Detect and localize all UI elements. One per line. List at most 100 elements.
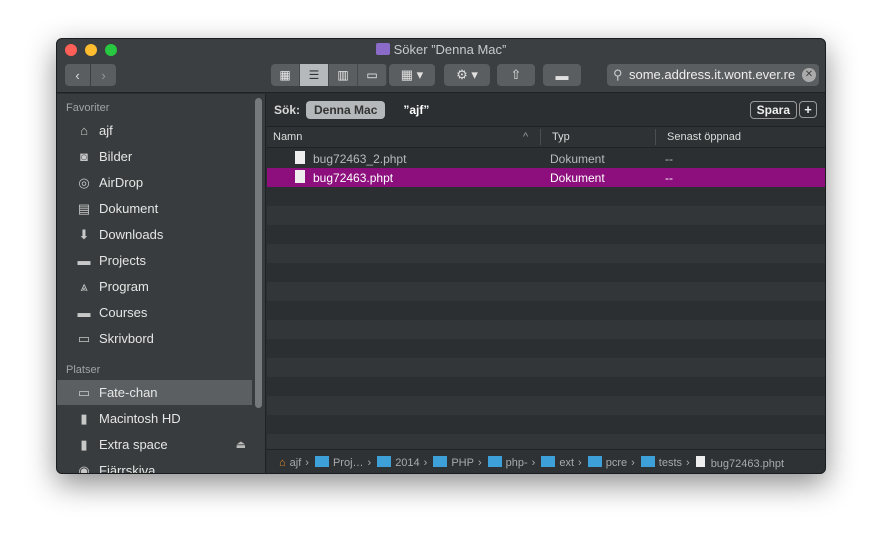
save-search-button[interactable]: Spara xyxy=(749,101,797,119)
document-icon: ▤ xyxy=(77,200,91,216)
table-row[interactable]: bug72463.phpt Dokument -- xyxy=(267,168,825,187)
path-segment[interactable]: bug72463.phpt xyxy=(695,455,784,470)
file-type: Dokument xyxy=(550,171,605,185)
path-segment[interactable]: Proj… xyxy=(314,456,364,469)
group-button[interactable]: ▦ ▾ xyxy=(389,64,435,86)
path-segment[interactable]: ext xyxy=(541,456,574,469)
sidebar-item-skrivbord[interactable]: ▭ Skrivbord xyxy=(57,326,252,351)
path-separator: › xyxy=(477,456,482,469)
add-criteria-button[interactable]: + xyxy=(799,101,817,118)
forward-button[interactable]: › xyxy=(91,64,116,86)
sidebar-item-fjärrskiva[interactable]: ◉ Fjärrskiva xyxy=(57,458,252,474)
path-segment[interactable]: PHP xyxy=(433,456,474,469)
clear-search-icon[interactable]: ✕ xyxy=(802,68,816,82)
sidebar-item-fate-chan[interactable]: ▭ Fate-chan xyxy=(57,380,252,405)
file-name: bug72463_2.phpt xyxy=(313,152,407,166)
file-list-pane: Sök: Denna Mac ”ajf” Spara + Namn ^ Typ … xyxy=(267,94,825,473)
path-segment-label: pcre xyxy=(605,457,628,469)
sidebar-item-airdrop[interactable]: ◎ AirDrop xyxy=(57,170,252,195)
file-last-opened: -- xyxy=(665,152,673,166)
folder-icon xyxy=(487,456,502,467)
search-input[interactable]: ⚲ some.address.it.wont.ever.re ✕ xyxy=(607,64,819,86)
folder-icon xyxy=(377,456,392,467)
path-segment-label: ext xyxy=(559,457,575,469)
path-separator: › xyxy=(578,456,582,469)
folder-icon: ▬ xyxy=(77,305,91,320)
table-row[interactable]: bug72463_2.phpt Dokument -- xyxy=(267,149,825,168)
path-segment-label: tests xyxy=(658,457,683,469)
sidebar-item-label: Skrivbord xyxy=(99,331,154,346)
empty-row xyxy=(267,225,825,244)
path-segment-label: Proj… xyxy=(332,457,364,469)
document-icon xyxy=(695,455,705,467)
path-separator: › xyxy=(631,456,635,469)
search-label: Sök: xyxy=(274,103,301,117)
sidebar-item-ajf[interactable]: ⌂ ajf xyxy=(57,118,252,143)
column-header: Namn ^ Typ Senast öppnad xyxy=(267,126,825,148)
path-segment[interactable]: tests xyxy=(640,456,683,469)
empty-row xyxy=(267,415,825,434)
desktop-icon: ▭ xyxy=(77,330,91,346)
path-segment[interactable]: ⌂ ajf xyxy=(279,457,301,469)
path-segment-label: PHP xyxy=(451,457,474,469)
empty-row xyxy=(267,396,825,415)
sidebar-item-projects[interactable]: ▬ Projects xyxy=(57,248,252,273)
scope-denna-mac[interactable]: Denna Mac xyxy=(306,101,386,119)
sidebar-item-label: Dokument xyxy=(99,201,159,216)
sidebar-item-dokument[interactable]: ▤ Dokument xyxy=(57,196,252,221)
share-button[interactable]: ⇧ xyxy=(497,64,535,86)
scope-query[interactable]: ”ajf” xyxy=(403,103,429,117)
document-icon xyxy=(295,151,305,164)
column-view-button[interactable]: ▥ xyxy=(329,64,358,86)
column-type[interactable]: Typ xyxy=(552,131,570,143)
apps-icon: ⩓ xyxy=(80,278,88,294)
file-last-opened: -- xyxy=(665,171,673,185)
empty-row xyxy=(267,282,825,301)
sidebar-scrollbar[interactable] xyxy=(255,98,262,408)
folder-icon xyxy=(640,456,655,467)
icon-view-button[interactable]: ▦ xyxy=(271,64,300,86)
empty-row xyxy=(267,377,825,396)
disk-icon: ▮ xyxy=(80,410,88,426)
sidebar-item-courses[interactable]: ▬ Courses xyxy=(57,300,252,325)
folder-icon xyxy=(541,456,556,467)
disk-icon: ▮ xyxy=(80,436,88,452)
column-last-opened[interactable]: Senast öppnad xyxy=(667,131,741,143)
sidebar-item-label: Bilder xyxy=(99,149,133,164)
empty-row xyxy=(267,187,825,206)
folder-icon xyxy=(587,456,602,467)
back-button[interactable]: ‹ xyxy=(65,64,90,86)
empty-row xyxy=(267,358,825,377)
column-name[interactable]: Namn xyxy=(273,131,302,143)
path-separator: › xyxy=(531,456,536,469)
eject-icon[interactable]: ⏏ xyxy=(236,438,246,451)
folder-icon xyxy=(433,456,448,467)
empty-row xyxy=(267,301,825,320)
camera-icon: ◙ xyxy=(80,149,88,164)
search-icon: ⚲ xyxy=(613,67,623,82)
sidebar-item-extra-space[interactable]: ▮ Extra space ⏏ xyxy=(57,432,252,457)
path-segment[interactable]: pcre xyxy=(587,456,628,469)
sidebar-item-label: Fjärrskiva xyxy=(99,463,156,474)
tag-button[interactable]: ▬ xyxy=(543,64,581,86)
sidebar-item-macintosh-hd[interactable]: ▮ Macintosh HD xyxy=(57,406,252,431)
sidebar-item-downloads[interactable]: ⬇ Downloads xyxy=(57,222,252,247)
sidebar-item-program[interactable]: ⩓ Program xyxy=(57,274,252,299)
empty-row xyxy=(267,263,825,282)
path-segment-label: 2014 xyxy=(395,457,420,469)
sidebar-item-label: Courses xyxy=(99,305,148,320)
list-view-button[interactable]: ☰ xyxy=(300,64,329,86)
empty-row xyxy=(267,339,825,358)
action-gear-button[interactable]: ⚙ ▾ xyxy=(444,64,490,86)
disc-icon: ◉ xyxy=(78,462,90,474)
sidebar-item-bilder[interactable]: ◙ Bilder xyxy=(57,144,252,169)
sidebar-section-favorites: Favoriter xyxy=(66,102,110,114)
sidebar-item-label: AirDrop xyxy=(99,175,144,190)
path-separator: › xyxy=(423,456,428,469)
gallery-view-button[interactable]: ▭ xyxy=(358,64,387,86)
download-icon: ⬇ xyxy=(78,226,90,242)
path-segment[interactable]: php- xyxy=(487,456,528,469)
path-segment[interactable]: 2014 xyxy=(377,456,420,469)
view-switcher: ▦ ☰ ▥ ▭ xyxy=(271,64,387,86)
laptop-icon: ▭ xyxy=(77,384,91,400)
